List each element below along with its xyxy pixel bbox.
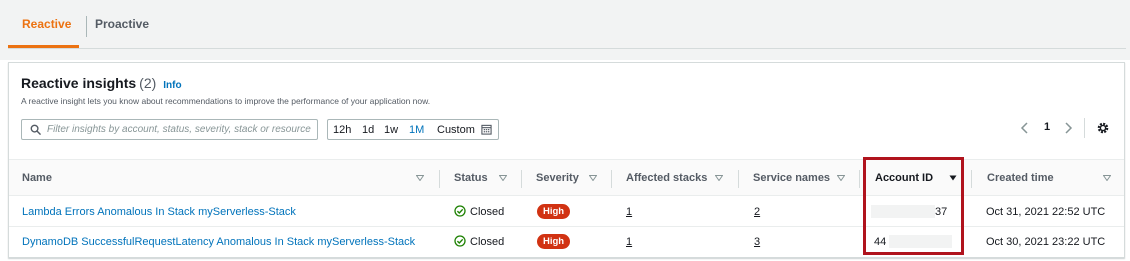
column-header-service-names[interactable]: Service names [753, 172, 830, 184]
tab-divider [86, 16, 87, 37]
caret-down-icon[interactable] [715, 175, 723, 181]
tab-list: Reactive Proactive [8, 0, 1126, 49]
caret-down-icon[interactable] [1103, 175, 1111, 181]
column-header-affected-stacks[interactable]: Affected stacks [626, 172, 707, 184]
severity-badge: High [537, 204, 571, 219]
insight-count: (2) [139, 75, 157, 91]
column-header-severity[interactable]: Severity [536, 172, 579, 184]
column-header-created-time[interactable]: Created time [987, 172, 1054, 184]
caret-down-icon[interactable] [837, 175, 845, 181]
caret-down-icon[interactable] [589, 175, 597, 181]
account-id-highlight-box [863, 157, 964, 255]
severity-badge: High [537, 234, 571, 249]
range-option-custom[interactable]: Custom [437, 124, 475, 136]
affected-stacks-link[interactable]: 1 [626, 206, 632, 218]
column-header-status[interactable]: Status [454, 172, 488, 184]
caret-down-icon[interactable] [499, 175, 507, 181]
column-separator[interactable] [859, 170, 860, 188]
check-circle-icon [454, 235, 466, 247]
service-names-link[interactable]: 2 [754, 206, 760, 218]
range-option-1w[interactable]: 1w [384, 124, 398, 136]
range-option-1m[interactable]: 1M [409, 124, 424, 136]
created-time: Oct 30, 2021 23:22 UTC [986, 236, 1106, 248]
info-link[interactable]: Info [163, 80, 181, 91]
column-separator[interactable] [611, 170, 612, 188]
insight-name-link[interactable]: Lambda Errors Anomalous In Stack myServe… [22, 206, 296, 218]
current-page[interactable]: 1 [1044, 121, 1050, 133]
active-tab-indicator [8, 45, 79, 48]
chevron-right-icon[interactable] [1063, 121, 1073, 135]
column-separator[interactable] [738, 170, 739, 188]
range-option-1d[interactable]: 1d [362, 124, 374, 136]
calendar-icon[interactable] [481, 124, 492, 135]
panel-title-text: Reactive insights [21, 75, 137, 91]
pager-divider [1084, 118, 1085, 138]
search-input[interactable] [47, 121, 312, 138]
column-separator[interactable] [521, 170, 522, 188]
status-text: Closed [470, 236, 505, 248]
tab-bar-background: Reactive Proactive [0, 0, 1130, 60]
column-separator[interactable] [971, 170, 972, 188]
time-range-selector: 12h 1d 1w 1M Custom [327, 119, 499, 140]
reactive-insights-panel: Reactive insights (2) Info A reactive insi… [8, 62, 1125, 258]
affected-stacks-link[interactable]: 1 [626, 236, 632, 248]
gear-icon[interactable] [1096, 121, 1110, 135]
service-names-link[interactable]: 3 [754, 236, 760, 248]
tab-reactive[interactable]: Reactive [22, 17, 71, 31]
check-circle-icon [454, 205, 466, 217]
caret-down-icon[interactable] [416, 175, 424, 181]
created-time: Oct 31, 2021 22:52 UTC [986, 206, 1106, 218]
column-header-name[interactable]: Name [22, 172, 52, 184]
search-box[interactable] [21, 119, 318, 140]
column-separator[interactable] [439, 170, 440, 188]
chevron-left-icon[interactable] [1020, 121, 1030, 135]
range-option-12h[interactable]: 12h [333, 124, 351, 136]
tab-proactive[interactable]: Proactive [95, 17, 149, 31]
search-icon [30, 124, 41, 135]
status-text: Closed [470, 206, 505, 218]
panel-title: Reactive insights (2) Info [21, 75, 182, 91]
panel-description: A reactive insight lets you know about r… [21, 96, 431, 106]
insight-name-link[interactable]: DynamoDB SuccessfulRequestLatency Anomal… [22, 236, 415, 248]
